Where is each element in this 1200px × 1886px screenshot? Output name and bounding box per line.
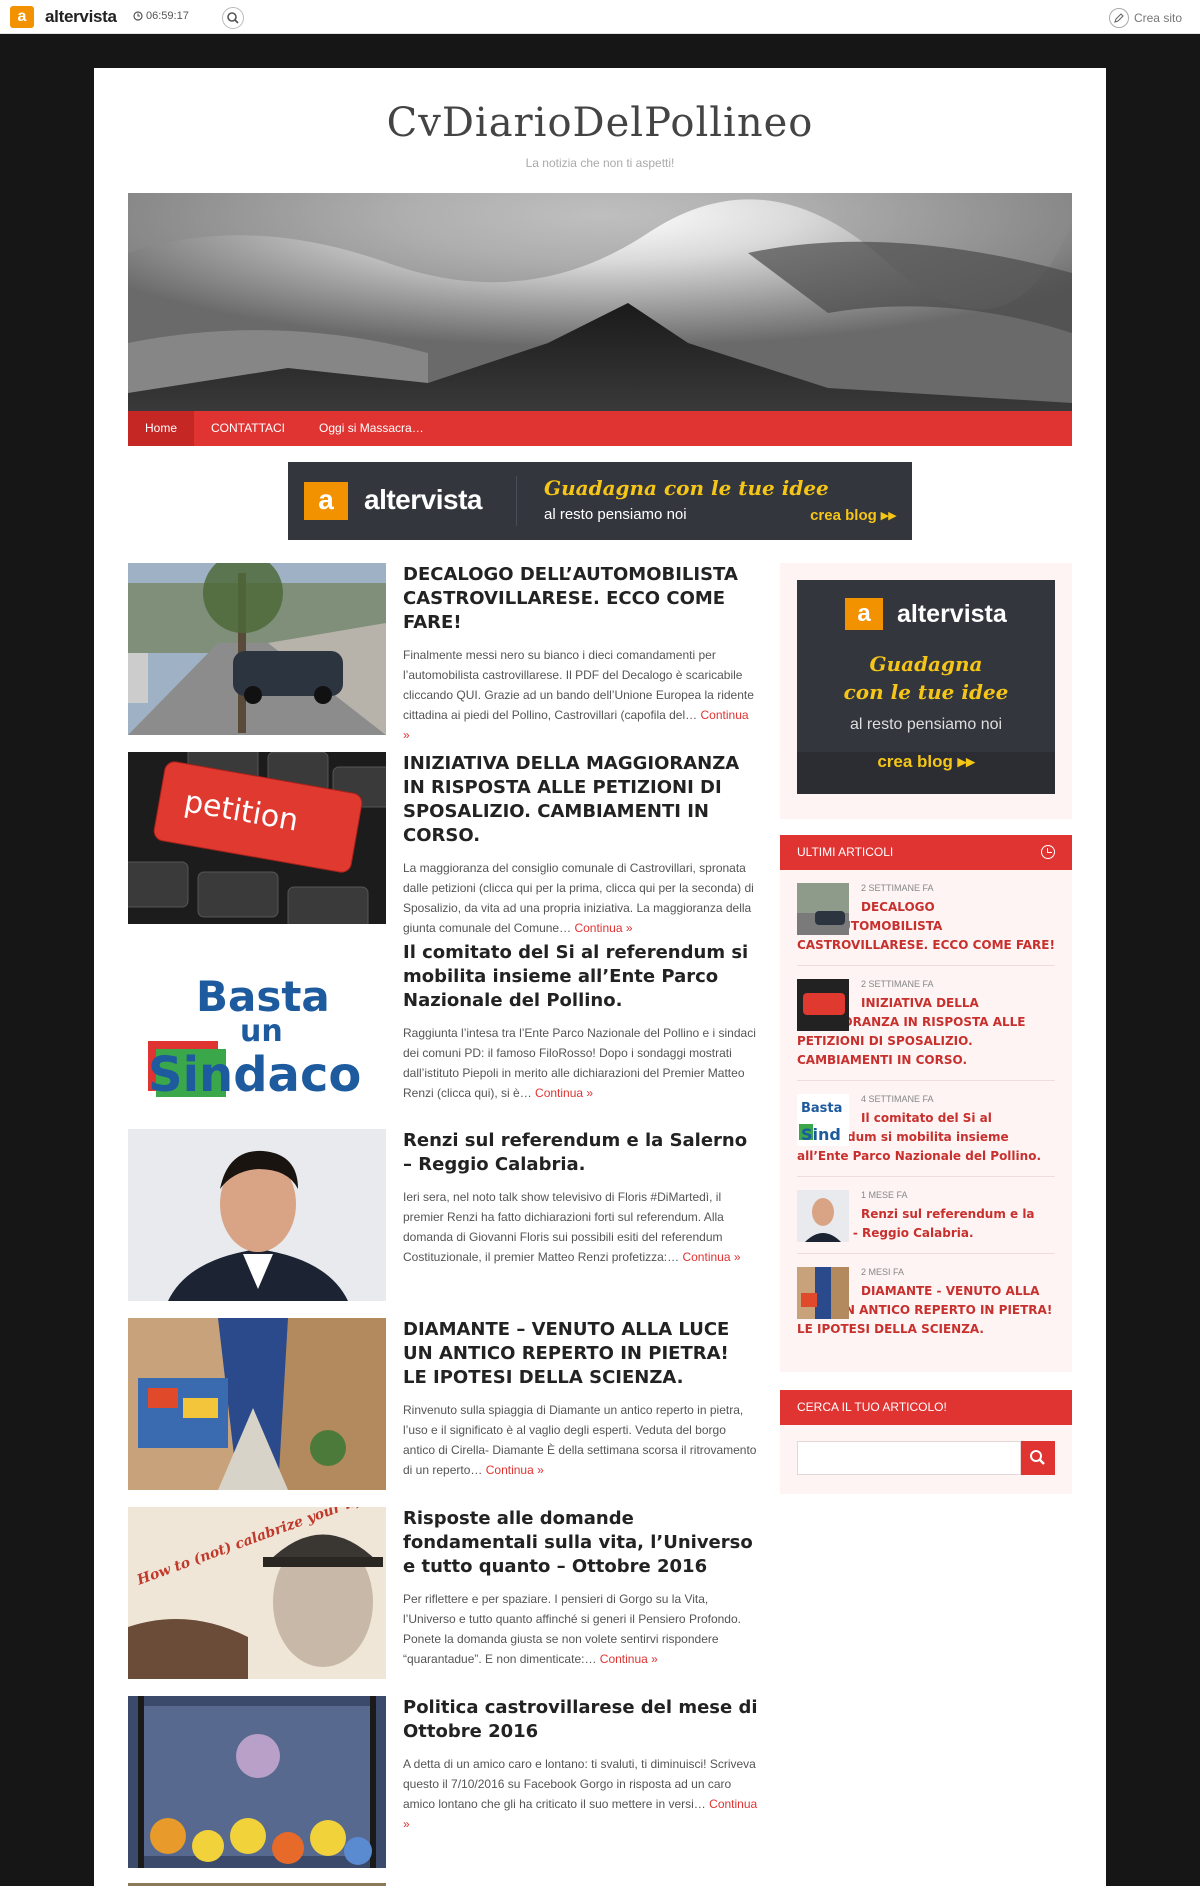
recent-post-date: 2 SETTIMANE FA: [861, 979, 934, 989]
post-excerpt: A detta di un amico caro e lontano: ti s…: [403, 1757, 758, 1831]
post-item: Basta un Sindaco Il comitato del Si al r…: [128, 941, 758, 1113]
pencil-icon: [1108, 8, 1129, 28]
recent-post-item[interactable]: 2 SETTIMANE FA INIZIATIVA DELLA MAGGIORA…: [797, 966, 1055, 1081]
clock-text: 06:59:17: [146, 10, 189, 22]
site-title[interactable]: CvDiarioDelPollineo: [94, 100, 1106, 146]
sidebar-ad[interactable]: a altervista Guadagna con le tue idee al…: [797, 580, 1055, 794]
recent-post-thumbnail[interactable]: [797, 883, 849, 935]
post-thumbnail[interactable]: How to (not) calabrize your life: [128, 1507, 386, 1679]
recent-post-date: 1 MESE FA: [861, 1190, 908, 1200]
topbar-search-button[interactable]: [222, 7, 244, 29]
post-title[interactable]: DECALOGO DELL’AUTOMOBILISTA CASTROVILLAR…: [403, 563, 758, 635]
read-more-link[interactable]: Continua »: [682, 1250, 740, 1264]
post-item: Politica castrovillarese del mese di Ott…: [128, 1696, 758, 1868]
search-icon: [1030, 1450, 1045, 1465]
nav-item-home[interactable]: Home: [128, 411, 195, 446]
banner-divider: [516, 476, 517, 526]
post-excerpt: Ieri sera, nel noto talk show televisivo…: [403, 1190, 741, 1264]
post-title[interactable]: Renzi sul referendum e la Salerno – Regg…: [403, 1129, 758, 1177]
recent-posts-widget: ULTIMI ARTICOLI 2 SETTIMANE FA DECALOGO …: [780, 835, 1072, 1372]
page-container: CvDiarioDelPollineo La notizia che non t…: [94, 68, 1106, 1886]
recent-posts-heading: ULTIMI ARTICOLI: [780, 835, 1072, 870]
post-title[interactable]: DIAMANTE – VENUTO ALLA LUCE UN ANTICO RE…: [403, 1318, 758, 1390]
read-more-link[interactable]: Continua »: [574, 921, 632, 935]
nav-item-contattaci[interactable]: CONTATTACI: [194, 411, 302, 446]
post-item: petition INIZIATIVA DELLA MAGGIORANZA IN…: [128, 752, 758, 935]
altervista-brand[interactable]: altervista: [45, 7, 117, 27]
banner-cta: crea blog ▸▸: [810, 507, 896, 524]
header-image: [128, 193, 1072, 413]
recent-post-thumbnail[interactable]: [797, 979, 849, 1031]
recent-post-thumbnail[interactable]: [797, 1267, 849, 1319]
post-item: DIAMANTE – VENUTO ALLA LUCE UN ANTICO RE…: [128, 1318, 758, 1490]
recent-post-item[interactable]: Basta Sind 4 SETTIMANE FA Il comitato del…: [797, 1081, 1055, 1177]
post-thumbnail[interactable]: petition: [128, 752, 386, 924]
read-more-link[interactable]: Continua »: [486, 1463, 544, 1477]
svg-text:Basta: Basta: [801, 1101, 842, 1116]
sidebar-ad-logo: a: [845, 598, 883, 630]
post-thumbnail[interactable]: [128, 1696, 386, 1868]
recent-post-thumbnail[interactable]: [797, 1190, 849, 1242]
banner-slogan-2: al resto pensiamo noi: [544, 506, 687, 523]
sidebar-ad-brand: altervista: [897, 600, 1007, 628]
nav-item-oggi-si-massacra[interactable]: Oggi si Massacra…: [302, 411, 441, 446]
recent-post-item[interactable]: 1 MESE FA Renzi sul referendum e la Sale…: [797, 1177, 1055, 1254]
search-input[interactable]: [797, 1441, 1021, 1475]
search-icon: [227, 12, 239, 24]
read-more-link[interactable]: Continua »: [535, 1086, 593, 1100]
banner-brand: altervista: [364, 484, 482, 515]
recent-post-date: 2 MESI FA: [861, 1267, 905, 1277]
banner-logo: a: [304, 482, 348, 520]
svg-text:Sind: Sind: [801, 1125, 841, 1144]
create-site-label: Crea sito: [1133, 11, 1182, 25]
post-item: DECALOGO DELL’AUTOMOBILISTA CASTROVILLAR…: [128, 563, 758, 742]
post-excerpt: La maggioranza del consiglio comunale di…: [403, 861, 754, 935]
sidebar-ad-widget: a altervista Guadagna con le tue idee al…: [780, 563, 1072, 819]
clock-icon: [1041, 845, 1055, 859]
search-button[interactable]: [1021, 1441, 1055, 1475]
post-title[interactable]: Politica castrovillarese del mese di Ott…: [403, 1696, 758, 1744]
post-thumbnail[interactable]: [128, 1318, 386, 1490]
post-title[interactable]: INIZIATIVA DELLA MAGGIORANZA IN RISPOSTA…: [403, 752, 758, 848]
post-thumbnail[interactable]: Basta un Sindaco: [128, 941, 386, 1113]
sindaco-text: Sindaco: [148, 1047, 361, 1103]
search-heading: CERCA IL TUO ARTICOLO!: [780, 1390, 1072, 1425]
sidebar-ad-cta: crea blog ▸▸: [797, 752, 1055, 794]
recent-post-date: 2 SETTIMANE FA: [861, 883, 934, 893]
site-tagline: La notizia che non ti aspetti!: [525, 156, 675, 170]
post-item: Renzi sul referendum e la Salerno – Regg…: [128, 1129, 758, 1301]
clock-icon: [133, 11, 143, 21]
banner-slogan-1: Guadagna con le tue idee: [544, 476, 829, 500]
sidebar-ad-subslogan: al resto pensiamo noi: [849, 716, 1003, 733]
post-excerpt: Raggiunta l’intesa tra l’Ente Parco Nazi…: [403, 1026, 756, 1100]
topbar-clock: 06:59:17: [133, 10, 189, 22]
sidebar-ad-slogan: Guadagna con le tue idee: [843, 652, 1009, 704]
read-more-link[interactable]: Continua »: [600, 1652, 658, 1666]
post-thumbnail[interactable]: [128, 563, 386, 735]
recent-post-item[interactable]: 2 SETTIMANE FA DECALOGO DELL’AUTOMOBILIS…: [797, 870, 1055, 966]
un-text: un: [240, 1014, 283, 1049]
post-title[interactable]: Risposte alle domande fondamentali sulla…: [403, 1507, 758, 1579]
recent-post-date: 4 SETTIMANE FA: [861, 1094, 934, 1104]
post-thumbnail[interactable]: [128, 1129, 386, 1301]
altervista-logo[interactable]: a: [10, 6, 34, 28]
recent-post-thumbnail[interactable]: Basta Sind: [797, 1094, 849, 1146]
post-excerpt: Per riflettere e per spaziare. I pensier…: [403, 1592, 741, 1666]
post-item: How to (not) calabrize your life Rispost…: [128, 1507, 758, 1679]
post-excerpt: Rinvenuto sulla spiaggia di Diamante un …: [403, 1403, 757, 1477]
search-widget: CERCA IL TUO ARTICOLO!: [780, 1390, 1072, 1494]
post-excerpt: Finalmente messi nero su bianco i dieci …: [403, 648, 754, 742]
create-site-link[interactable]: Crea sito: [1108, 8, 1182, 28]
main-nav: Home CONTATTACI Oggi si Massacra…: [128, 411, 1072, 446]
altervista-banner-ad[interactable]: a altervista Guadagna con le tue idee al…: [288, 462, 912, 540]
altervista-topbar: a altervista 06:59:17 Crea sito: [0, 0, 1200, 34]
recent-post-item[interactable]: 2 MESI FA DIAMANTE - VENUTO ALLA LUCE UN…: [797, 1254, 1055, 1349]
post-title[interactable]: Il comitato del Si al referendum si mobi…: [403, 941, 758, 1013]
